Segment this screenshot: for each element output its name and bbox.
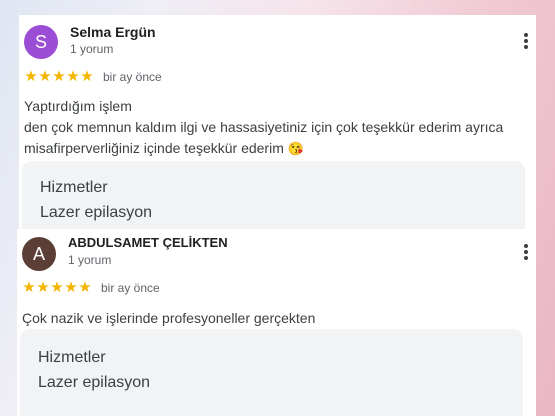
star-icon: ★	[36, 279, 50, 296]
kiss-emoji-icon: 😘	[287, 141, 305, 156]
star-icon: ★	[66, 68, 80, 85]
review-text: Yaptırdığım işlem den çok memnun kaldım …	[24, 96, 529, 159]
review-count: 1 yorum	[68, 253, 112, 267]
rating-row: ★ ★ ★ ★ ★ bir ay önce	[22, 280, 160, 295]
star-icon: ★	[38, 68, 52, 85]
review-text: Çok nazik ve işlerinde profesyoneller ge…	[22, 308, 527, 329]
review-line-with-emoji: misafirperverliğiniz içinde teşekkür ede…	[24, 138, 529, 159]
review-line: misafirperverliğiniz içinde teşekkür ede…	[24, 140, 284, 156]
review-time: bir ay önce	[101, 280, 160, 295]
review-time: bir ay önce	[103, 69, 162, 84]
avatar-letter: A	[32, 243, 45, 264]
services-panel: Hizmetler Lazer epilasyon	[22, 161, 525, 233]
more-options-icon[interactable]	[518, 30, 534, 52]
star-icon: ★	[24, 68, 38, 85]
star-rating: ★ ★ ★ ★ ★	[22, 280, 92, 295]
star-rating: ★ ★ ★ ★ ★	[24, 69, 94, 84]
review-count: 1 yorum	[70, 42, 114, 56]
more-options-icon[interactable]	[518, 241, 534, 263]
services-panel: Hizmetler Lazer epilasyon	[20, 329, 523, 416]
services-title: Hizmetler	[38, 349, 106, 366]
review-line: den çok memnun kaldım ilgi ve hassasiyet…	[24, 119, 504, 135]
review-card: S Selma Ergün 1 yorum ★ ★ ★ ★ ★ bir ay ö…	[19, 15, 536, 233]
avatar[interactable]: S	[24, 25, 58, 59]
star-icon: ★	[64, 279, 78, 296]
star-icon: ★	[52, 68, 66, 85]
services-title: Hizmetler	[40, 179, 108, 196]
avatar-letter: S	[34, 31, 47, 52]
review-card: A ABDULSAMET ÇELİKTEN 1 yorum ★ ★ ★ ★ ★ …	[17, 229, 536, 416]
review-line: Çok nazik ve işlerinde profesyoneller ge…	[22, 310, 316, 326]
services-value: Lazer epilasyon	[40, 204, 153, 221]
avatar[interactable]: A	[22, 237, 56, 271]
star-icon: ★	[80, 68, 94, 85]
rating-row: ★ ★ ★ ★ ★ bir ay önce	[24, 69, 162, 84]
services-value: Lazer epilasyon	[38, 374, 151, 391]
reviewer-name[interactable]: Selma Ergün	[70, 24, 156, 40]
star-icon: ★	[78, 279, 92, 296]
review-line: Yaptırdığım işlem	[24, 98, 132, 114]
star-icon: ★	[22, 279, 36, 296]
star-icon: ★	[50, 279, 64, 296]
reviewer-name[interactable]: ABDULSAMET ÇELİKTEN	[68, 235, 228, 250]
